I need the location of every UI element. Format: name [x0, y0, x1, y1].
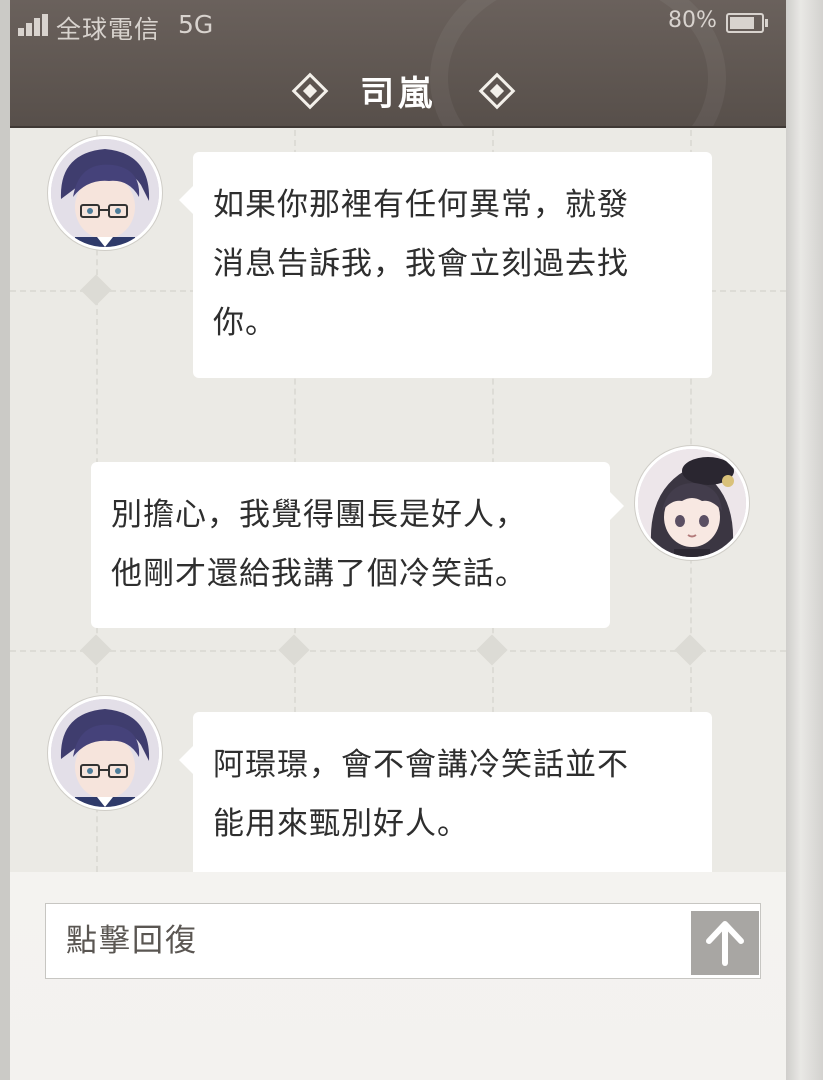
message-bubble-contact[interactable]: 如果你那裡有任何異常，就發 消息告訴我，我會立刻過去找 你。 — [179, 152, 712, 378]
background-diamond — [80, 634, 112, 666]
battery-icon — [726, 13, 768, 33]
contact-name-title: 司嵐 — [360, 74, 436, 114]
message-line: 他剛才還給我講了個冷笑話。 — [111, 556, 527, 592]
phone-frame-left — [0, 0, 10, 1080]
message-line: 阿璟璟，會不會講冷笑話並不 — [213, 747, 629, 783]
signal-bars-icon — [18, 14, 52, 36]
contact-avatar[interactable] — [48, 696, 162, 810]
chat-message-list[interactable]: 如果你那裡有任何異常，就發 消息告訴我，我會立刻過去找 你。 別擔心，我覺得團長… — [10, 130, 786, 872]
reply-input[interactable]: 點擊回復 — [45, 903, 761, 979]
background-diamond — [476, 634, 508, 666]
background-diamond — [80, 274, 112, 306]
user-avatar[interactable] — [635, 446, 749, 560]
contact-avatar[interactable] — [48, 136, 162, 250]
arrow-up-icon — [706, 921, 744, 966]
message-bubble-contact[interactable]: 阿璟璟，會不會講冷笑話並不 能用來甄別好人。 — [179, 712, 712, 872]
message-line: 別擔心，我覺得團長是好人， — [111, 497, 527, 533]
message-line: 消息告訴我，我會立刻過去找 — [213, 246, 629, 282]
status-bar: 全球電信 5G 80% — [10, 0, 786, 50]
background-diamond — [674, 634, 706, 666]
phone-screen: 全球電信 5G 80% 司嵐 如果你那裡有任何異常，就發 消息告訴我，我會立刻過… — [10, 0, 786, 1080]
phone-frame-right — [786, 0, 823, 1080]
reply-panel: 點擊回復 — [10, 872, 786, 1080]
title-row: 司嵐 — [10, 60, 786, 116]
message-line: 你。 — [213, 305, 277, 341]
message-line: 如果你那裡有任何異常，就發 — [213, 187, 629, 223]
battery-percent: 80% — [668, 8, 717, 33]
background-pattern-line — [10, 650, 786, 652]
message-line: 能用來甄別好人。 — [213, 806, 469, 842]
message-bubble-user[interactable]: 別擔心，我覺得團長是好人， 他剛才還給我講了個冷笑話。 — [91, 462, 624, 628]
chat-header: 全球電信 5G 80% 司嵐 — [10, 0, 786, 128]
carrier-name: 全球電信 — [56, 15, 161, 44]
background-diamond — [278, 634, 310, 666]
send-button[interactable] — [691, 911, 759, 975]
network-type: 5G — [178, 10, 214, 39]
